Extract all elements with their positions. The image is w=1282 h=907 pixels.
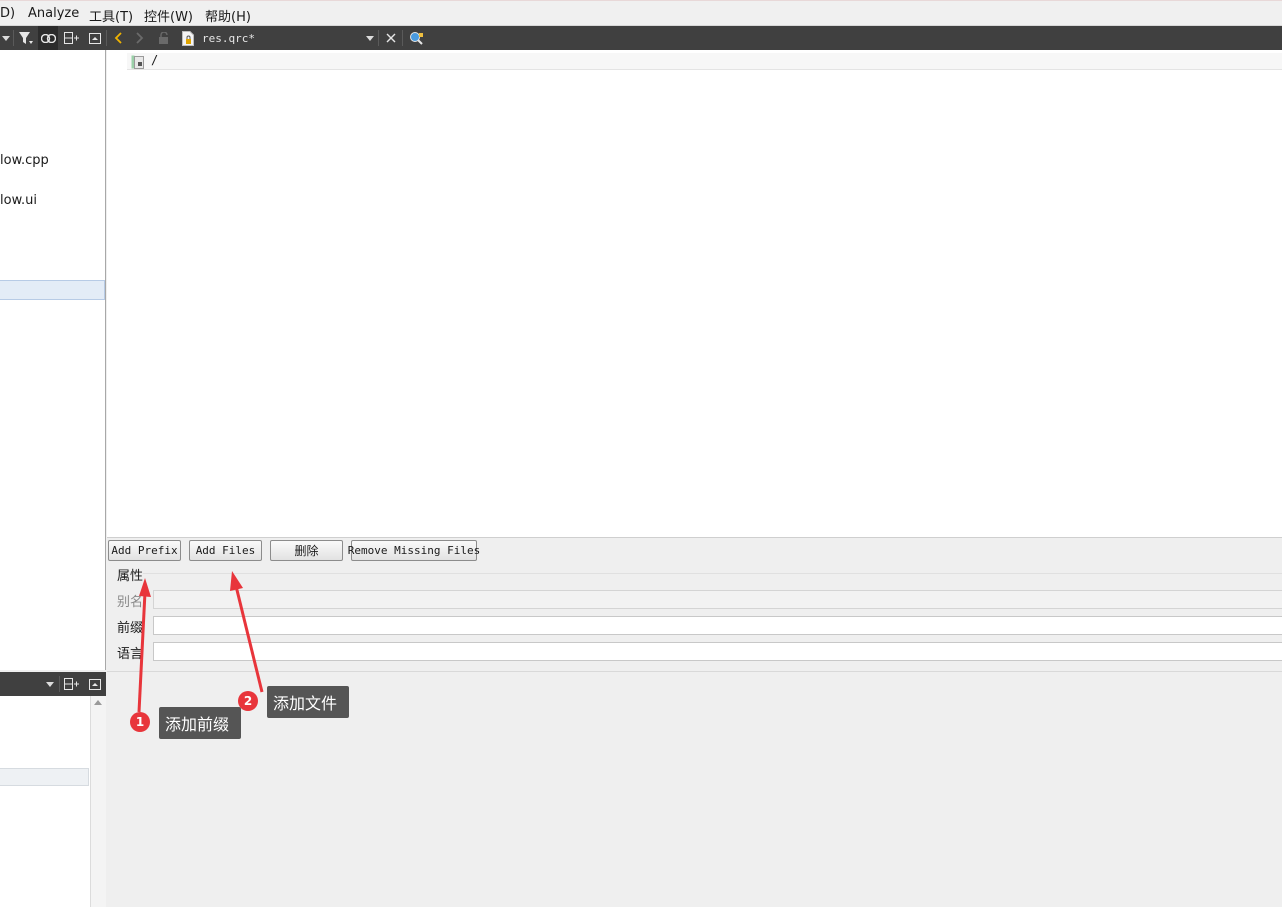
menu-debug[interactable]: D) (0, 6, 15, 21)
project-tree-pane: low.cpp low.ui (0, 50, 106, 670)
selected-tree-row[interactable] (0, 280, 105, 300)
prefix-row[interactable]: / (127, 53, 1282, 70)
back-icon[interactable] (111, 26, 125, 50)
filter-icon[interactable] (17, 26, 35, 50)
annotation-badge-2: 2 (238, 691, 258, 711)
group-divider (143, 573, 1282, 574)
toolbar-separator (13, 30, 14, 46)
prefix-label: 前缀 (117, 621, 144, 636)
properties-group: 属性 别名 前缀 语言 (107, 563, 1282, 671)
alias-label: 别名 (117, 595, 144, 610)
resource-tree[interactable]: / (107, 50, 1282, 537)
open-file-name[interactable]: res.qrc* (202, 26, 255, 50)
toolbar-separator (106, 30, 107, 46)
collapse-icon[interactable] (86, 672, 104, 696)
annotation-callout-1: 添加前缀 (159, 707, 241, 739)
delete-button[interactable]: 删除 (270, 540, 343, 561)
collapse-icon[interactable] (86, 26, 104, 50)
editor-toolbar: res.qrc* (0, 26, 1282, 50)
toolbar-separator (402, 30, 403, 46)
menu-tools[interactable]: 工具(T) (89, 6, 133, 25)
properties-heading: 属性 (117, 569, 144, 584)
remove-missing-files-button[interactable]: Remove Missing Files (348, 540, 480, 561)
resource-button-bar: Add Prefix Add Files 删除 Remove Missing F… (107, 537, 1282, 563)
add-files-button[interactable]: Add Files (189, 540, 262, 561)
vertical-scrollbar[interactable] (90, 696, 106, 907)
dropdown-arrow-icon[interactable] (0, 26, 12, 50)
language-label: 语言 (117, 647, 144, 662)
add-prefix-button[interactable]: Add Prefix (108, 540, 181, 561)
menu-analyze[interactable]: Analyze (28, 6, 79, 21)
close-icon[interactable] (383, 26, 399, 50)
annotation-badge-1: 1 (130, 712, 150, 732)
project-file-cpp[interactable]: low.cpp (0, 153, 49, 168)
forward-icon[interactable] (133, 26, 147, 50)
language-field[interactable] (153, 642, 1282, 661)
split-add-icon[interactable] (62, 672, 80, 696)
scroll-up-icon[interactable] (94, 700, 102, 705)
lower-pane-toolbar (0, 672, 106, 696)
split-add-icon[interactable] (62, 26, 80, 50)
menu-bar: D) Analyze 工具(T) 控件(W) 帮助(H) (0, 0, 1282, 26)
folder-lock-icon (131, 55, 144, 69)
file-icon (180, 26, 196, 50)
dropdown-arrow-icon[interactable] (44, 672, 56, 696)
menu-controls[interactable]: 控件(W) (144, 6, 193, 25)
prefix-field[interactable] (153, 616, 1282, 635)
top-edge (0, 0, 1282, 1)
toolbar-separator (378, 30, 379, 46)
locator-icon[interactable] (407, 26, 425, 50)
open-documents-pane (0, 696, 106, 907)
menu-help[interactable]: 帮助(H) (205, 6, 251, 25)
annotation-callout-2: 添加文件 (267, 686, 349, 718)
toolbar-separator (59, 676, 60, 692)
prefix-label: / (151, 53, 159, 67)
link-icon[interactable] (38, 26, 58, 50)
file-dropdown-icon[interactable] (364, 26, 376, 50)
lock-icon[interactable] (157, 26, 171, 50)
project-file-ui[interactable]: low.ui (0, 193, 37, 208)
selected-document-row[interactable] (0, 768, 89, 786)
alias-field[interactable] (153, 590, 1282, 609)
